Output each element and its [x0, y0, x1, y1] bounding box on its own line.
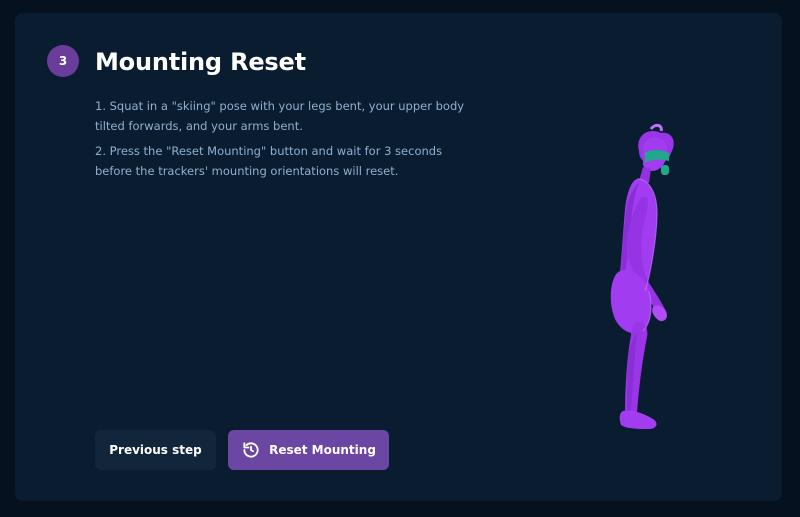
instruction-step-2: 2. Press the "Reset Mounting" button and… — [95, 144, 443, 178]
step-number-badge: 3 — [47, 45, 79, 77]
reset-arrow-icon — [241, 440, 261, 460]
previous-step-button[interactable]: Previous step — [95, 430, 216, 470]
mounting-reset-card: 3 Mounting Reset 1. Squat in a "skiing" … — [15, 13, 782, 501]
instructions: 1. Squat in a "skiing" pose with your le… — [95, 97, 480, 187]
instruction-step-1: 1. Squat in a "skiing" pose with your le… — [95, 99, 465, 133]
page-title: Mounting Reset — [95, 48, 306, 76]
previous-step-label: Previous step — [109, 443, 202, 457]
reset-mounting-button[interactable]: Reset Mounting — [228, 430, 389, 470]
reset-mounting-label: Reset Mounting — [269, 443, 376, 457]
skiing-pose-figure — [610, 123, 674, 429]
